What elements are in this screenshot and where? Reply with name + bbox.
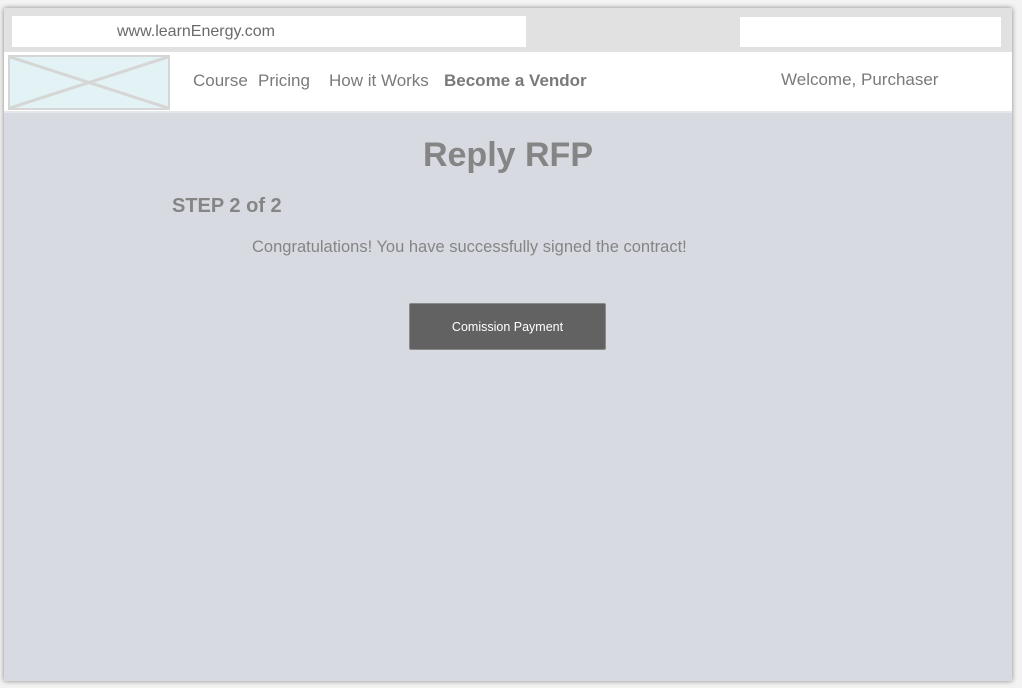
top-navigation: Course Pricing How it Works Become a Ven… [4, 52, 1012, 113]
welcome-text: Welcome, Purchaser [781, 70, 939, 89]
browser-bar: www.learnEnergy.com [4, 8, 1012, 52]
nav-item-become-a-vendor[interactable]: Become a Vendor [444, 71, 587, 91]
image-placeholder-icon [10, 57, 168, 108]
logo-image-placeholder-icon[interactable] [8, 55, 170, 110]
url-bar[interactable]: www.learnEnergy.com [12, 16, 526, 47]
success-message: Congratulations! You have successfully s… [252, 238, 687, 256]
url-text: www.learnEnergy.com [117, 23, 275, 40]
browser-search-box[interactable] [740, 17, 1001, 47]
page-title: Reply RFP [422, 136, 594, 174]
app-window: www.learnEnergy.com Course Pricing How i… [4, 8, 1012, 681]
nav-item-pricing[interactable]: Pricing [258, 71, 310, 91]
nav-item-how-it-works[interactable]: How it Works [329, 71, 429, 91]
commission-payment-label: Comission Payment [451, 319, 564, 334]
commission-payment-button[interactable]: Comission Payment [409, 303, 606, 350]
nav-item-course[interactable]: Course [193, 71, 248, 91]
step-indicator: STEP 2 of 2 [172, 195, 282, 217]
